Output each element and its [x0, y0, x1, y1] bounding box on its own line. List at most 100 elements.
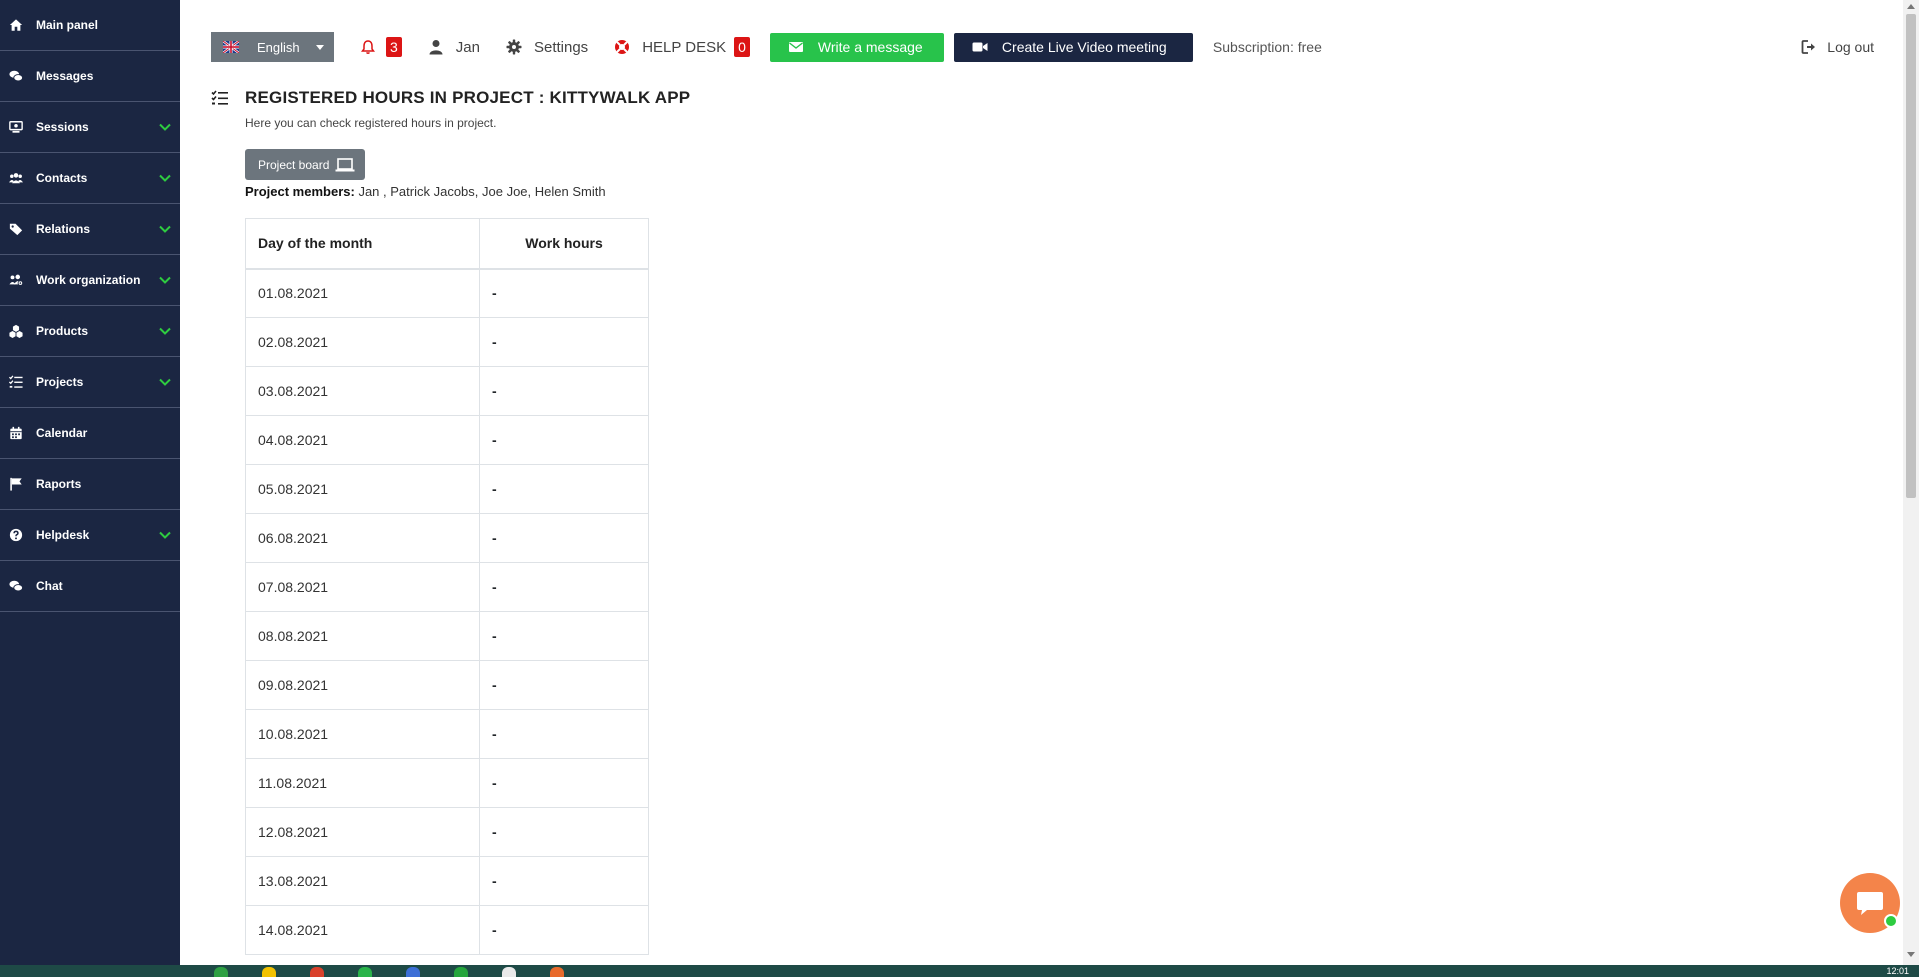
sidebar-item-messages[interactable]: Messages [0, 51, 180, 102]
sidebar-item-relations[interactable]: Relations [0, 204, 180, 255]
sidebar-item-label: Contacts [36, 171, 88, 185]
sidebar-item-label: Work organization [36, 273, 141, 287]
page-title-row: REGISTERED HOURS IN PROJECT : KITTYWALK … [211, 88, 690, 108]
sign-out-icon [1801, 40, 1816, 54]
sidebar-item-main-panel[interactable]: Main panel [0, 0, 180, 51]
sidebar-item-label: Projects [36, 375, 84, 389]
chat-bubble-icon [1857, 892, 1883, 915]
subscription-status: Subscription: free [1212, 39, 1322, 55]
calendar-icon [8, 425, 24, 441]
settings-link[interactable]: Settings [506, 39, 588, 56]
work-hours-cell: - [479, 464, 649, 514]
tags-icon [8, 221, 24, 237]
sidebar-item-chat[interactable]: Chat [0, 561, 180, 612]
write-message-button[interactable]: Write a message [769, 32, 944, 62]
top-header: English 3 Jan Settings HELP DESK 0 Write… [211, 32, 1874, 62]
table-row: 13.08.2021- [245, 856, 649, 906]
work-hours-cell: - [479, 415, 649, 465]
uk-flag-icon [223, 41, 239, 53]
day-cell: 13.08.2021 [245, 856, 480, 906]
table-row: 14.08.2021- [245, 905, 649, 955]
taskbar-app-icon[interactable] [310, 967, 324, 977]
day-cell: 14.08.2021 [245, 905, 480, 955]
scrollbar-thumb[interactable] [1906, 14, 1916, 498]
helpdesk-link[interactable]: HELP DESK 0 [614, 37, 750, 57]
sidebar-item-work-organization[interactable]: Work organization [0, 255, 180, 306]
chevron-down-icon[interactable] [158, 120, 172, 134]
cubes-icon [8, 323, 24, 339]
taskbar-app-icon[interactable] [550, 967, 564, 977]
taskbar-clock: 12:01 [1886, 966, 1909, 976]
language-selector[interactable]: English [211, 32, 334, 62]
sidebar-item-raports[interactable]: Raports [0, 459, 180, 510]
scroll-up-arrow-icon[interactable] [1907, 4, 1915, 9]
chevron-down-icon[interactable] [158, 171, 172, 185]
taskbar-app-icon[interactable] [502, 967, 516, 977]
taskbar-app-icon[interactable] [214, 967, 228, 977]
settings-label: Settings [533, 38, 589, 56]
scroll-down-arrow-icon[interactable] [1907, 952, 1915, 957]
table-row: 07.08.2021- [245, 562, 649, 612]
table-row: 05.08.2021- [245, 464, 649, 514]
work-hours-cell: - [479, 611, 649, 661]
online-status-indicator [1884, 914, 1898, 928]
sidebar-item-calendar[interactable]: Calendar [0, 408, 180, 459]
users-cog-icon [8, 272, 24, 288]
day-cell: 10.08.2021 [245, 709, 480, 759]
work-hours-cell: - [479, 856, 649, 906]
logout-button[interactable]: Log out [1801, 39, 1874, 55]
table-row: 10.08.2021- [245, 709, 649, 759]
helpdesk-badge: 0 [734, 37, 750, 57]
taskbar-app-icon[interactable] [454, 967, 468, 977]
sidebar-item-contacts[interactable]: Contacts [0, 153, 180, 204]
table-row: 11.08.2021- [245, 758, 649, 808]
taskbar-app-icon[interactable] [406, 967, 420, 977]
os-taskbar: 12:01 [0, 965, 1919, 977]
day-cell: 07.08.2021 [245, 562, 480, 612]
table-row: 06.08.2021- [245, 513, 649, 563]
video-camera-icon [972, 42, 988, 52]
sidebar-item-label: Relations [36, 222, 91, 236]
page-scrollbar[interactable] [1903, 0, 1919, 965]
sidebar-item-products[interactable]: Products [0, 306, 180, 357]
notifications-button[interactable]: 3 [360, 37, 402, 57]
chevron-down-icon[interactable] [158, 324, 172, 338]
bell-icon [361, 40, 375, 54]
work-hours-cell: - [479, 807, 649, 857]
table-row: 02.08.2021- [245, 317, 649, 367]
day-cell: 03.08.2021 [245, 366, 480, 416]
page-title: REGISTERED HOURS IN PROJECT : KITTYWALK … [245, 88, 691, 107]
table-body: 01.08.2021-02.08.2021-03.08.2021-04.08.2… [245, 268, 649, 955]
chevron-down-icon[interactable] [158, 528, 172, 542]
day-cell: 09.08.2021 [245, 660, 480, 710]
app-root: Main panel Messages Sessions Contacts Relati… [0, 0, 1919, 977]
work-hours-cell: - [479, 562, 649, 612]
work-hours-cell: - [479, 660, 649, 710]
sidebar-item-label: Main panel [36, 18, 99, 32]
page-subtitle: Here you can check registered hours in p… [245, 116, 497, 130]
project-board-button[interactable]: Project board [245, 149, 365, 180]
taskbar-app-icon[interactable] [262, 967, 276, 977]
sidebar-item-helpdesk[interactable]: Helpdesk [0, 510, 180, 561]
sidebar-item-label: Products [36, 324, 89, 338]
table-row: 04.08.2021- [245, 415, 649, 465]
chevron-down-icon[interactable] [158, 273, 172, 287]
sidebar-item-sessions[interactable]: Sessions [0, 102, 180, 153]
create-video-meeting-button[interactable]: Create Live Video meeting [953, 32, 1193, 62]
chevron-down-icon[interactable] [158, 375, 172, 389]
user-menu[interactable]: Jan [428, 39, 480, 56]
work-hours-cell: - [479, 758, 649, 808]
taskbar-app-icon[interactable] [358, 967, 372, 977]
sidebar-item-projects[interactable]: Projects [0, 357, 180, 408]
project-board-label: Project board [258, 157, 330, 172]
lifering-icon [615, 40, 630, 54]
work-hours-cell: - [479, 317, 649, 367]
day-cell: 06.08.2021 [245, 513, 480, 563]
sidebar-item-label: Sessions [36, 120, 89, 134]
day-cell: 11.08.2021 [245, 758, 480, 808]
day-cell: 02.08.2021 [245, 317, 480, 367]
sidebar: Main panel Messages Sessions Contacts Relati… [0, 0, 180, 965]
chevron-down-icon[interactable] [158, 222, 172, 236]
work-hours-cell: - [479, 268, 649, 318]
sidebar-item-label: Calendar [36, 426, 88, 440]
